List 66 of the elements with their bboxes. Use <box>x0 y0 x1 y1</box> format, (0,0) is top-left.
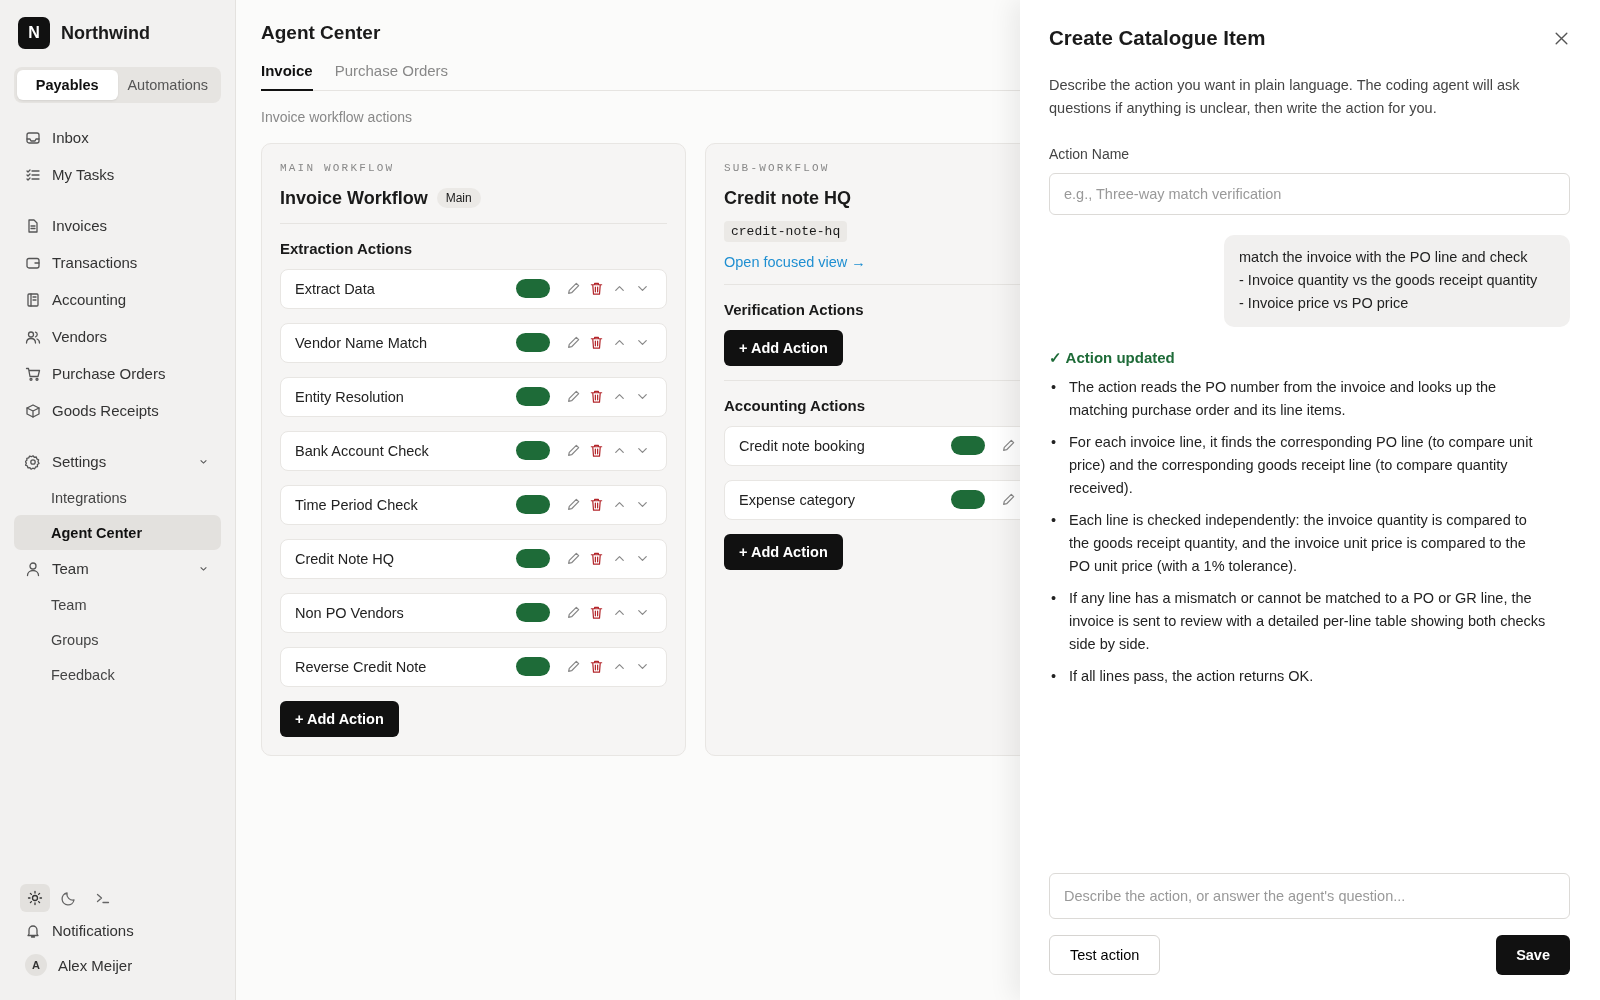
action-name: Non PO Vendors <box>295 604 405 621</box>
action-name: Bank Account Check <box>295 442 430 459</box>
test-action-button[interactable]: Test action <box>1049 935 1161 975</box>
bullet-marker: • <box>1051 667 1058 686</box>
result-bullet: Each line is checked independently: the invoice quantity is compared to the goods receipt quantity, and the invoice unit price is compared to the PO unit price (with a 1% tolerance). <box>1069 511 1528 576</box>
field-label: Action Name <box>1049 146 1131 162</box>
nav-subitem[interactable]: Integrations <box>14 480 221 515</box>
nav-item[interactable]: Accounting <box>14 281 221 318</box>
action-name: Entity Resolution <box>295 388 405 405</box>
page-title: Agent Center <box>261 22 382 44</box>
workflow-kind: MAIN WORKFLOW <box>280 161 396 174</box>
nav-subitem[interactable]: Groups <box>14 622 221 657</box>
action-name: Credit Note HQ <box>295 550 396 567</box>
bullet-marker: • <box>1051 378 1058 397</box>
switcher-tab[interactable]: Automations <box>117 70 218 100</box>
bullet-marker: • <box>1051 433 1058 452</box>
user-menu[interactable]: A Alex Meijer <box>14 949 221 986</box>
brand-name: Northwind <box>61 22 150 44</box>
nav-item[interactable]: My Tasks <box>14 156 221 193</box>
nav-item[interactable]: Inbox <box>14 119 221 156</box>
drawer-title: Create Catalogue Item <box>1049 26 1266 50</box>
action-name: Extract Data <box>295 280 376 297</box>
action-name-field[interactable]: e.g., Three-way match verification <box>1049 173 1570 215</box>
bullet-marker: • <box>1051 589 1058 608</box>
nav-subitem[interactable]: Agent Center <box>14 515 221 550</box>
tab[interactable]: Invoice <box>261 58 313 91</box>
workflow-title: Invoice Workflow <box>280 187 428 209</box>
section-heading: Accounting Actions <box>724 396 867 414</box>
nav-item[interactable]: Settings <box>14 443 221 480</box>
page-subtitle: Invoice workflow actions <box>261 108 413 125</box>
nav-item[interactable]: Vendors <box>14 318 221 355</box>
switcher-tab[interactable]: Payables <box>17 70 118 100</box>
workflow-badge: Main <box>436 188 481 208</box>
result-bullet: If all lines pass, the action returns OK. <box>1069 667 1315 686</box>
add-action-button[interactable]: + Add Action <box>724 329 843 366</box>
result-bullet: If any line has a mismatch or cannot be matched to a PO or GR line, the invoice is sent to review with a detailed per-line table showing both checks side by side. <box>1069 589 1547 654</box>
bullet-marker: • <box>1051 511 1058 530</box>
add-action-button[interactable]: + Add Action <box>724 533 843 570</box>
nav-item[interactable]: Transactions <box>14 244 221 281</box>
action-name: Time Period Check <box>295 496 419 513</box>
notifications-link[interactable]: Notifications <box>14 912 221 949</box>
drawer-description: Describe the action you want in plain language. The coding agent will ask questions if anything is unclear, then write the action for you. <box>1049 76 1521 118</box>
tab[interactable]: Purchase Orders <box>334 58 449 91</box>
nav-item[interactable]: Goods Receipts <box>14 392 221 429</box>
nav-subitem[interactable]: Feedback <box>14 657 221 692</box>
action-name: Reverse Credit Note <box>295 658 428 675</box>
action-name: Credit note booking <box>739 437 866 454</box>
workflow-kind: SUB-WORKFLOW <box>724 161 831 174</box>
nav-subitem[interactable]: Team <box>14 587 221 622</box>
section-heading: Verification Actions <box>724 300 865 318</box>
workflow-slug: credit-note-hq <box>724 220 848 242</box>
brand-logo: N <box>18 17 50 49</box>
workflow-title: Credit note HQ <box>724 187 851 209</box>
status-message: ✓ Action updated <box>1049 349 1176 367</box>
message-field[interactable]: Describe the action, or answer the agent's question... <box>1049 873 1570 919</box>
action-name: Expense category <box>739 491 857 508</box>
nav-item[interactable]: Team <box>14 550 221 587</box>
section-heading: Extraction Actions <box>280 239 413 257</box>
action-name: Vendor Name Match <box>295 334 429 351</box>
result-bullet: The action reads the PO number from the invoice and looks up the matching purchase order and its line items. <box>1069 378 1498 420</box>
add-action-button[interactable]: + Add Action <box>280 700 399 737</box>
result-bullet: For each invoice line, it finds the corresponding PO line (to compare unit price) and the corresponding goods receipt line (to compare quantity received). <box>1069 433 1534 498</box>
save-button[interactable]: Save <box>1496 935 1570 975</box>
user-message: match the invoice with the PO line and check - Invoice quantity vs the goods receipt quantity - Invoice price vs PO price <box>1224 235 1570 327</box>
nav-item[interactable]: Invoices <box>14 207 221 244</box>
nav-item[interactable]: Purchase Orders <box>14 355 221 392</box>
